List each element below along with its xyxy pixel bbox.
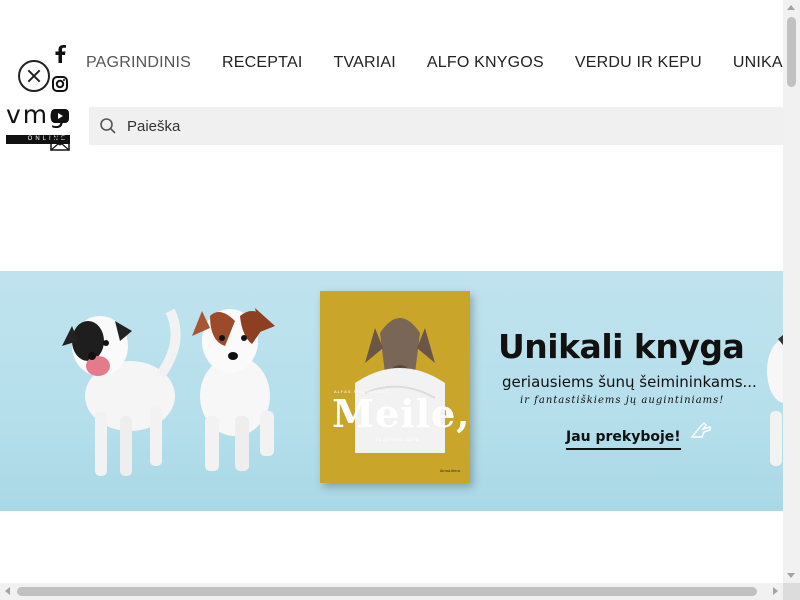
nav-item-tvariai[interactable]: TVARIAI — [333, 52, 395, 74]
nav-item-pagrindinis[interactable]: PAGRINDINIS — [86, 52, 191, 74]
main-nav: PAGRINDINIS RECEPTAI TVARIAI ALFO KNYGOS… — [86, 52, 783, 74]
promo-banner[interactable]: ALFAS ŠIDLAUSKAS Meile, Tu gyvenai ilgia… — [0, 271, 783, 511]
book-cover[interactable]: ALFAS ŠIDLAUSKAS Meile, Tu gyvenai ilgia… — [320, 291, 470, 483]
search-icon[interactable] — [99, 117, 117, 135]
vertical-scrollbar[interactable] — [783, 0, 800, 583]
instagram-icon[interactable] — [50, 74, 70, 94]
book-title: Meile, — [332, 391, 470, 436]
scroll-up-icon[interactable] — [787, 5, 795, 10]
banner-cta-link[interactable]: Jau prekyboje! — [566, 429, 681, 450]
logo-x-mark — [18, 60, 50, 92]
horizontal-scrollbar[interactable] — [0, 583, 783, 600]
page-viewport: vmg ONLINE PAGRINDINIS RECEPTAI TVARIAI … — [0, 0, 783, 583]
mail-icon[interactable] — [50, 134, 70, 154]
pointer-hand-icon — [690, 421, 711, 438]
nav-item-alfo-knygos[interactable]: ALFO KNYGOS — [427, 52, 544, 74]
nav-item-receptai[interactable]: RECEPTAI — [222, 52, 302, 74]
banner-subtitle-italic: ir fantastiškiems jų augintiniams! — [520, 395, 725, 406]
search-input[interactable] — [127, 117, 727, 135]
nav-item-verdu-ir-kepu[interactable]: VERDU IR KEPU — [575, 52, 702, 74]
banner-headline: Unikali knyga — [498, 327, 745, 366]
nav-item-unikali-dovana[interactable]: UNIKALI DOV — [733, 52, 783, 74]
scroll-down-icon[interactable] — [787, 573, 795, 578]
scroll-right-icon[interactable] — [773, 587, 778, 595]
book-subtitle: Tu gyvenai ilgiau — [375, 437, 419, 443]
dog-illustration-left — [62, 308, 181, 476]
dog-illustration-center — [192, 308, 275, 471]
vertical-scroll-thumb[interactable] — [787, 17, 796, 87]
scroll-left-icon[interactable] — [5, 587, 10, 595]
search-bar — [89, 107, 783, 145]
youtube-icon[interactable] — [50, 106, 70, 126]
dog-illustration-right — [767, 335, 783, 466]
scrollbar-corner — [783, 583, 800, 600]
book-publisher: AlmaLittera — [439, 468, 460, 473]
banner-subtitle: geriausiems šunų šeimininkams... — [502, 373, 757, 391]
facebook-icon[interactable] — [50, 44, 70, 64]
horizontal-scroll-thumb[interactable] — [17, 587, 757, 596]
